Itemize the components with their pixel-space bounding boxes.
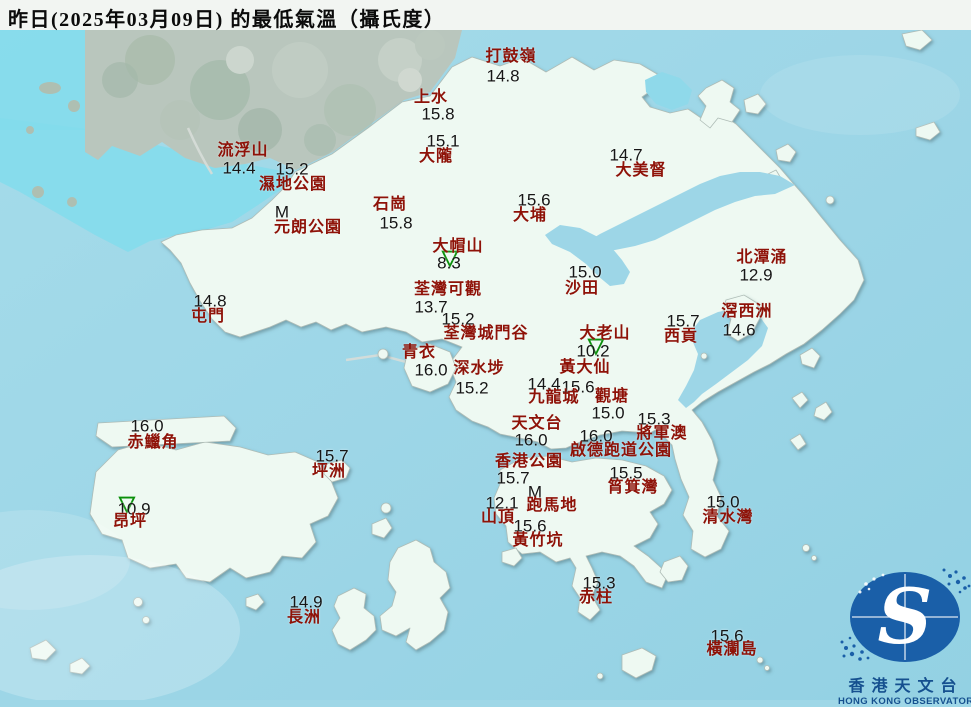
station-temperature: 14.8 (193, 291, 227, 311)
station-temperature: 15.0 (706, 492, 740, 512)
station-name: 打鼓嶺 (485, 48, 537, 65)
station-name: 荃灣城門谷 (443, 325, 529, 342)
station-name: 大埔 (512, 207, 548, 224)
hko-logo-name-en: HONG KONG OBSERVATORY (838, 696, 971, 707)
station-temperature: 14.8 (486, 66, 520, 86)
station-name: 將軍澳 (636, 425, 688, 442)
station-temperature: 15.0 (568, 262, 602, 282)
station-name: 啟德跑道公園 (569, 442, 673, 459)
station-temperature: 16.0 (514, 430, 548, 450)
station-temperature: 14.7 (609, 145, 643, 165)
station-name: 屯門 (190, 308, 226, 325)
map-title: 昨日(2025年03月09日) 的最低氣溫（攝氏度） (8, 9, 446, 31)
station-name: 九龍城 (528, 389, 580, 406)
station-name: 香港公園 (494, 453, 564, 470)
station-name: 沙田 (564, 280, 600, 297)
station-temperature: 12.9 (739, 265, 773, 285)
station-name: 北潭涌 (736, 249, 788, 266)
station-temperature: 15.8 (421, 104, 455, 124)
station-name: 筲箕灣 (607, 479, 659, 496)
station-name: 深水埗 (453, 360, 505, 377)
station-temperature: M (274, 202, 290, 222)
station-name: 大老山 (579, 325, 631, 342)
station-name: 滘西洲 (721, 303, 773, 320)
hko-logo-name-zh: 香港天文台 (848, 678, 964, 695)
station-temperature: 10.2 (576, 341, 610, 361)
stations-layer: ▽ 14.8 打鼓嶺 ▽ 15.8 上水 ▽ 15.1 大隴 ▽ 14.4 流浮… (0, 0, 971, 700)
station-name: 天文台 (511, 415, 563, 432)
station-name: 西貢 (663, 328, 699, 345)
station-temperature: 15.2 (275, 159, 309, 179)
station-name: 赤柱 (578, 589, 614, 606)
station-name: 橫瀾島 (706, 641, 758, 658)
station-temperature: 14.6 (722, 320, 756, 340)
station-name: 黃竹坑 (512, 532, 564, 549)
station-name: 清水灣 (702, 509, 754, 526)
station-name: 青衣 (401, 344, 437, 361)
station-name: 昂坪 (112, 513, 148, 530)
station-temperature: 15.8 (379, 213, 413, 233)
station-temperature: 15.0 (591, 403, 625, 423)
svg-text:S: S (878, 572, 933, 661)
station-name: 赤鱲角 (127, 434, 179, 451)
station-temperature: 16.0 (414, 360, 448, 380)
station-name: 大美督 (615, 162, 667, 179)
station-name: 坪洲 (311, 463, 347, 480)
station-name: 大帽山 (432, 238, 484, 255)
station-temperature: 15.2 (455, 378, 489, 398)
station-temperature: 14.9 (289, 592, 323, 612)
station-temperature: 16.0 (130, 416, 164, 436)
hong-kong-min-temperature-map: 昨日(2025年03月09日) 的最低氣溫（攝氏度） ▽ 14.8 打鼓嶺 ▽ … (0, 0, 971, 707)
station-temperature: 15.7 (496, 468, 530, 488)
station-temperature: 15.1 (426, 131, 460, 151)
station-name: 黃大仙 (559, 359, 611, 376)
hko-logo: S 香港天文台 HONG KONG OBSERVATORY (838, 566, 971, 707)
station-name: 跑馬地 (526, 497, 578, 514)
station-temperature: 15.6 (517, 190, 551, 210)
station-name: 石崗 (372, 196, 408, 213)
station-name: 濕地公園 (258, 176, 328, 193)
station-name: 長洲 (286, 609, 322, 626)
station-temperature: 8.3 (437, 253, 461, 273)
station-name: 元朗公園 (273, 219, 343, 236)
station-temperature: 15.7 (666, 311, 700, 331)
station-name: 流浮山 (217, 142, 269, 159)
hko-logo-icon: S (840, 568, 971, 662)
station-temperature: 15.7 (315, 446, 349, 466)
station-name: 上水 (413, 89, 449, 106)
station-temperature: 14.4 (222, 158, 256, 178)
station-name: 荃灣可觀 (413, 281, 483, 298)
station-name: 山頂 (480, 509, 516, 526)
station-name: 大隴 (418, 148, 454, 165)
station-name: 觀塘 (594, 388, 630, 405)
